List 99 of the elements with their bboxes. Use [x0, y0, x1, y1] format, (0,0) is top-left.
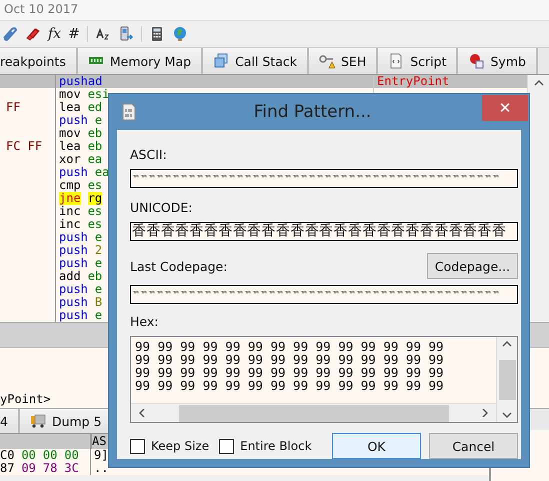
device-icon[interactable]: [118, 26, 134, 42]
hex-line: 99 99 99 99 99 99 99 99 99 99 99 99 99 99: [135, 366, 445, 379]
input-field[interactable]: 香香香香香香香香香香香香香香香香香香香香香香香香香香: [130, 222, 518, 241]
tab[interactable]: SEH: [308, 48, 378, 74]
hex-text-area[interactable]: 99 99 99 99 99 99 99 99 99 99 99 99 99 99 99 99 99 99 99 99 99 99 99 99 99 99 99 99 99 99 99 99 99 99 99 99 99 99 99 99 99 99 99 99 99 99 99 99 99 99 99 99 99 99 99 99: [130, 336, 518, 423]
tab[interactable]: Script: [378, 48, 458, 74]
scroll-right-icon[interactable]: [480, 409, 490, 417]
instruction-mnemonic: push: [59, 231, 88, 244]
field-label: ASCII:: [130, 147, 168, 163]
truck-icon: [30, 413, 46, 429]
instruction-operand: e: [94, 309, 102, 322]
instruction-operand: es: [88, 218, 102, 231]
instruction-mnemonic: xor: [59, 153, 81, 166]
scroll-up-icon[interactable]: [502, 340, 512, 348]
instruction-operand: e: [94, 283, 102, 296]
checkbox[interactable]: [130, 438, 145, 454]
byte-text: FF: [5, 100, 20, 114]
globe-icon[interactable]: [172, 26, 188, 42]
instruction-mnemonic: pushad: [59, 75, 102, 88]
instruction-operand: B: [94, 296, 102, 309]
field-label: Last Codepage:: [130, 258, 228, 274]
hex-byte: 3C: [64, 462, 79, 475]
instruction-operand: es: [88, 179, 102, 192]
instruction-mnemonic: cmp: [59, 179, 81, 192]
hex-line: 99 99 99 99 99 99 99 99 99 99 99 99 99 99: [135, 379, 445, 392]
hex-byte: 87: [0, 462, 14, 475]
byte-text: FC FF: [5, 139, 42, 153]
hex-byte: 09: [21, 462, 36, 475]
instruction-mnemonic: mov: [59, 127, 81, 140]
column-header: AS: [92, 434, 106, 449]
dialog-title: Find Pattern...: [252, 102, 372, 122]
tab[interactable]: Call Stack: [203, 48, 309, 74]
instruction-mnemonic: push: [59, 244, 88, 257]
checkbox-label: Keep Size: [151, 439, 210, 453]
instruction-operand: rg: [88, 192, 102, 205]
instruction-mnemonic: lea: [59, 140, 81, 153]
ball-icon: [468, 53, 484, 69]
hex-byte: 78: [42, 462, 58, 475]
codepage-button[interactable]: Codepage...: [427, 253, 518, 279]
tab[interactable]: Symb: [458, 48, 538, 74]
instruction-mnemonic: push: [59, 257, 88, 270]
scroll-up-icon[interactable]: [534, 79, 544, 87]
instruction-operand: e: [94, 231, 102, 244]
instruction-mnemonic: jne: [59, 192, 81, 205]
tab[interactable]: reakpoints: [0, 48, 78, 74]
instruction-operand: eb: [88, 270, 102, 283]
instruction-operand: ed: [88, 101, 102, 114]
toolbar-glyph[interactable]: fx: [48, 26, 62, 42]
hex-byte: C0: [0, 449, 14, 462]
close-button[interactable]: ✕: [482, 95, 528, 121]
key-warning-icon: [318, 53, 335, 69]
input-field[interactable]: ™™™™™™™™™™™™™™™™™™™™™™™™™™™™™™™™™™™™™™™™™™™™™™: [130, 169, 518, 188]
font-size-icon[interactable]: [94, 26, 111, 42]
instruction-mnemonic: lea: [59, 101, 81, 114]
instruction-mnemonic: push: [59, 114, 88, 127]
binary-file-icon: [122, 103, 136, 121]
script-file-icon: [388, 53, 404, 69]
hex-byte: 00: [21, 449, 36, 462]
instruction-operand: eb: [88, 140, 102, 153]
label-text: EntryPoint: [376, 74, 450, 88]
instruction-mnemonic: mov: [59, 88, 81, 101]
instruction-operand: esi: [88, 88, 110, 101]
ascii-text: ..: [93, 462, 108, 475]
scroll-down-icon[interactable]: [502, 411, 512, 419]
hex-line: 99 99 99 99 99 99 99 99 99 99 99 99 99 99: [135, 340, 445, 353]
input-field[interactable]: ™™™™™™™™™™™™™™™™™™™™™™™™™™™™™™™™™™™™™™™™™™™™™™: [130, 285, 518, 304]
field-label: UNICODE:: [130, 200, 194, 216]
build-date: Oct 10 2017: [0, 0, 549, 21]
scroll-thumb[interactable]: [498, 360, 516, 400]
tab[interactable]: Memory Map: [78, 48, 204, 74]
instruction-operand: e: [94, 257, 102, 270]
instruction-mnemonic: add: [59, 270, 81, 283]
info-text: yPoint>: [0, 392, 51, 406]
stacked-windows-icon: [213, 53, 230, 69]
toolbar-glyph[interactable]: #: [68, 26, 80, 42]
instruction-mnemonic: push: [59, 166, 88, 179]
instruction-mnemonic: inc: [59, 218, 81, 231]
dialog-button[interactable]: Cancel: [429, 433, 518, 459]
field-label: Hex:: [130, 314, 160, 330]
instruction-mnemonic: push: [59, 283, 88, 296]
scroll-left-icon[interactable]: [137, 409, 147, 417]
instruction-mnemonic: push: [59, 309, 88, 322]
instruction-operand: 2: [94, 244, 102, 257]
instruction-operand: es: [88, 205, 102, 218]
instruction-operand: ea: [88, 153, 102, 166]
hex-line: 99 99 99 99 99 99 99 99 99 99 99 99 99 99: [135, 353, 445, 366]
checkbox-label: Entire Block: [240, 439, 312, 453]
instruction-operand: eb: [88, 127, 102, 140]
ascii-text: 9]: [93, 449, 108, 462]
hex-byte: 00: [64, 449, 79, 462]
checkbox[interactable]: [219, 438, 234, 454]
tab[interactable]: 4: [0, 409, 20, 433]
hex-byte: 00: [42, 449, 58, 462]
dialog-button[interactable]: OK: [332, 433, 421, 459]
instruction-operand: e: [94, 114, 102, 127]
instruction-mnemonic: inc: [59, 205, 81, 218]
instruction-mnemonic: push: [59, 296, 88, 309]
scroll-thumb[interactable]: [178, 404, 448, 422]
selected-row[interactable]: pushad EntryPoint: [0, 75, 528, 88]
